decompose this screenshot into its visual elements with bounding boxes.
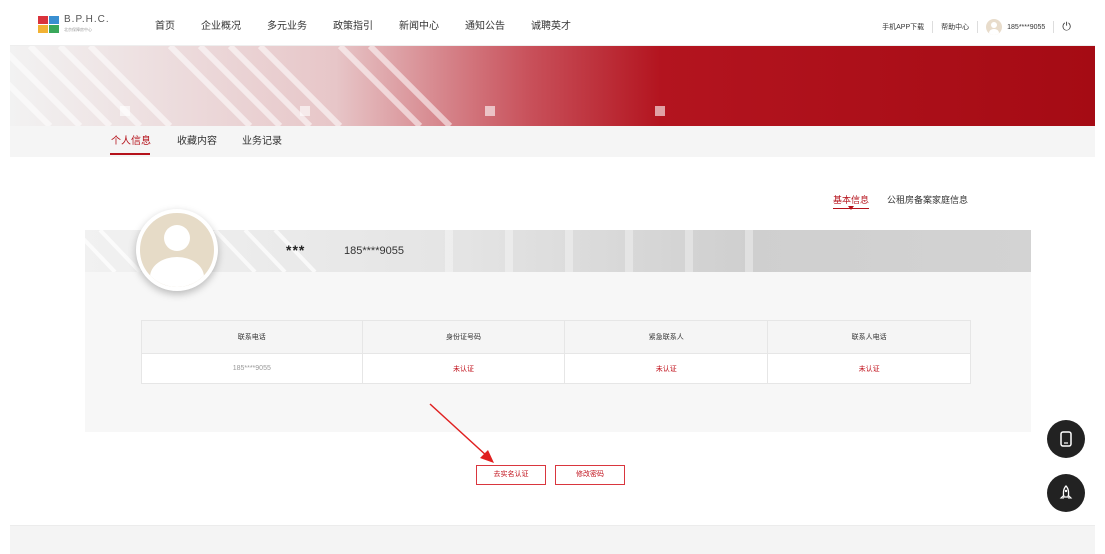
- profile-name: ***: [286, 242, 306, 258]
- profile-card-header: [85, 230, 1031, 272]
- nav-item-home[interactable]: 首页: [155, 8, 175, 46]
- user-toolbar: 手机APP下载 帮助中心 185****9055 ⏻: [882, 8, 1071, 46]
- divider: [977, 21, 979, 33]
- cell-phone: 185****9055: [141, 353, 363, 384]
- active-tab-indicator: [110, 153, 150, 155]
- table-header-row: 联系电话 身份证号码 紧急联系人 联系人电话: [141, 320, 971, 354]
- nav-item-company[interactable]: 企业概况: [201, 8, 241, 46]
- divider: [932, 21, 934, 33]
- profile-avatar[interactable]: [136, 209, 218, 291]
- brand-subtitle: 北京保障房中心: [64, 27, 92, 32]
- table-row: 185****9055 未认证 未认证 未认证: [141, 353, 971, 384]
- help-center-link[interactable]: 帮助中心: [941, 22, 969, 32]
- card-header-pattern: [85, 230, 753, 272]
- logo-icon: [38, 16, 60, 34]
- brand-logo[interactable]: B.P.H.C. 北京保障房中心: [38, 15, 110, 35]
- caret-down-icon: [848, 206, 854, 210]
- nav-item-careers[interactable]: 诚聘英才: [531, 8, 571, 46]
- divider: [1053, 21, 1055, 33]
- power-icon[interactable]: ⏻: [1062, 21, 1071, 34]
- profile-tabs: 个人信息 收藏内容 业务记录: [10, 126, 1095, 157]
- tab-personal-info[interactable]: 个人信息: [111, 132, 151, 147]
- column-header-phone: 联系电话: [141, 320, 363, 354]
- nav-item-policy[interactable]: 政策指引: [333, 8, 373, 46]
- column-header-contact-phone: 联系人电话: [767, 320, 971, 354]
- tab-business-records[interactable]: 业务记录: [242, 132, 282, 147]
- column-header-id-number: 身份证号码: [361, 320, 566, 354]
- top-navigation: B.P.H.C. 北京保障房中心 首页 企业概况 多元业务 政策指引 新闻中心 …: [10, 8, 1095, 46]
- main-nav: 首页 企业概况 多元业务 政策指引 新闻中心 通知公告 诚聘英才: [155, 8, 597, 46]
- column-header-emergency-contact: 紧急联系人: [564, 320, 769, 354]
- subtab-public-rental-family[interactable]: 公租房备案家庭信息: [887, 193, 968, 206]
- header-banner: [10, 46, 1095, 126]
- app-download-link[interactable]: 手机APP下载: [882, 22, 924, 32]
- footer-bar: [10, 525, 1095, 554]
- brand-name: B.P.H.C.: [64, 14, 110, 25]
- user-avatar[interactable]: [986, 19, 1003, 35]
- app-download-float-button[interactable]: [1047, 420, 1085, 458]
- rocket-icon: [1059, 485, 1073, 499]
- back-to-top-button[interactable]: [1047, 474, 1085, 512]
- cell-contact-phone: 未认证: [767, 353, 971, 384]
- real-name-verify-button[interactable]: 去实名认证: [476, 465, 546, 485]
- profile-info-table: 联系电话 身份证号码 紧急联系人 联系人电话 185****9055 未认证 未…: [141, 320, 971, 384]
- nav-item-business[interactable]: 多元业务: [267, 8, 307, 46]
- change-password-button[interactable]: 修改密码: [555, 465, 625, 485]
- nav-item-news[interactable]: 新闻中心: [399, 8, 439, 46]
- nav-item-notices[interactable]: 通知公告: [465, 8, 505, 46]
- cell-emergency-contact: 未认证: [564, 353, 769, 384]
- tablet-icon: [1060, 431, 1072, 447]
- tab-favorites[interactable]: 收藏内容: [177, 132, 217, 147]
- user-phone-label[interactable]: 185****9055: [1007, 24, 1045, 31]
- profile-phone: 185****9055: [344, 245, 404, 257]
- banner-stripes: [10, 46, 665, 126]
- cell-id-number: 未认证: [361, 353, 566, 384]
